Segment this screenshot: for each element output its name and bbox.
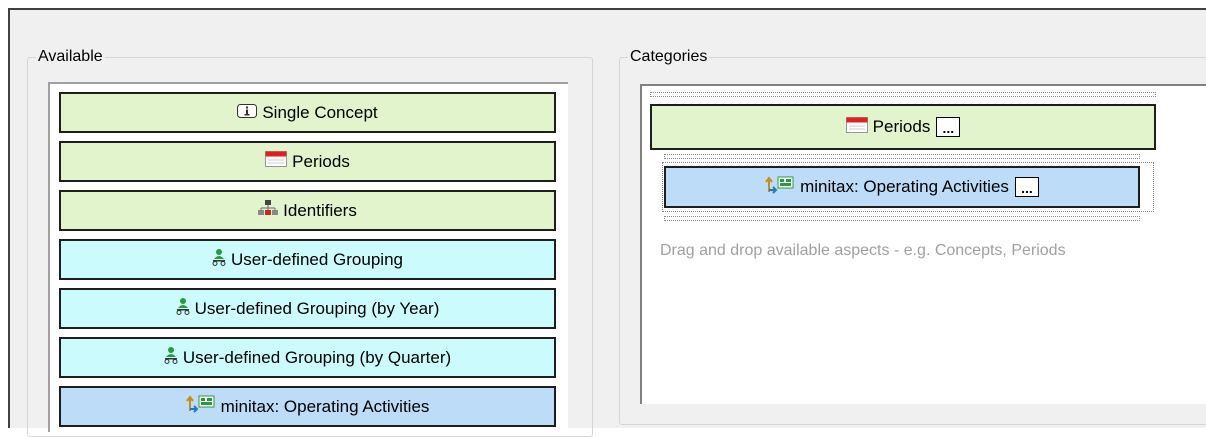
available-label: Available (36, 47, 105, 67)
drop-hint-text: Drag and drop available aspects - e.g. C… (660, 242, 1066, 259)
user-group-icon (176, 297, 190, 320)
available-item-label: Identifiers (283, 200, 357, 220)
available-item-label: User-defined Grouping (231, 249, 403, 269)
more-options-button[interactable]: ... (1014, 177, 1039, 197)
more-options-button[interactable]: ... (936, 117, 961, 137)
category-item-periods[interactable]: Periods ... (650, 104, 1156, 150)
available-item-label: minitax: Operating Activities (220, 396, 430, 416)
info-icon (237, 103, 258, 123)
available-item-user-grouping-quarter[interactable]: User-defined Grouping (by Quarter) (59, 337, 556, 378)
drop-indicator (664, 216, 1140, 221)
available-item-single-concept[interactable]: Single Concept (59, 92, 556, 133)
available-item-identifiers[interactable]: Identifiers (59, 190, 556, 231)
available-item-user-grouping-year[interactable]: User-defined Grouping (by Year) (59, 288, 556, 329)
category-item-operating-activities[interactable]: minitax: Operating Activities ... (664, 166, 1140, 208)
concept-tree-icon (185, 395, 216, 418)
available-item-label: Single Concept (262, 102, 378, 122)
available-list[interactable]: Single Concept Periods Identifiers User-… (48, 82, 568, 432)
available-item-user-grouping[interactable]: User-defined Grouping (59, 239, 556, 280)
available-item-periods[interactable]: Periods (59, 141, 556, 182)
categories-drop-area[interactable]: Periods ... minitax: Operating Activitie… (640, 84, 1206, 404)
user-group-icon (212, 248, 226, 271)
available-item-operating-activities[interactable]: minitax: Operating Activities (59, 386, 556, 427)
calendar-icon (845, 116, 868, 138)
hierarchy-icon (258, 200, 279, 221)
category-item-label: Periods (872, 117, 931, 136)
calendar-icon (265, 151, 288, 172)
user-group-icon (164, 346, 178, 369)
available-item-label: User-defined Grouping (by Year) (194, 298, 440, 318)
concept-tree-icon (765, 175, 795, 199)
available-item-label: Periods (292, 151, 350, 171)
categories-label: Categories (628, 47, 710, 67)
drop-indicator (664, 154, 1140, 159)
category-item-label: minitax: Operating Activities (800, 177, 1009, 196)
drop-indicator (650, 92, 1156, 97)
available-item-label: User-defined Grouping (by Quarter) (182, 347, 452, 367)
